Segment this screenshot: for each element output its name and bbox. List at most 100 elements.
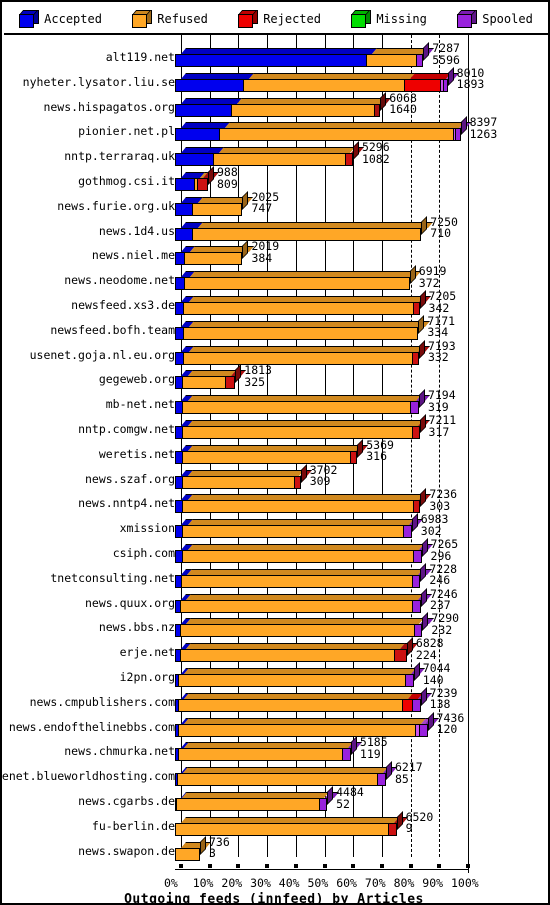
chart-row[interactable]: news.quux.org 7246 237 bbox=[4, 587, 548, 614]
bar-segment-accepted[interactable] bbox=[175, 153, 215, 167]
chart-row[interactable]: news.nntp4.net 7236 303 bbox=[4, 488, 548, 514]
bar-segment-refused[interactable] bbox=[180, 599, 414, 613]
bar-segment-refused[interactable] bbox=[178, 698, 404, 712]
chart-row[interactable]: news.hispagatos.org 6068 1640 bbox=[4, 91, 548, 118]
bar-segment-spooled[interactable] bbox=[412, 550, 422, 563]
bar-segment-rejected[interactable] bbox=[344, 153, 353, 167]
bar-segment-refused[interactable] bbox=[183, 302, 414, 315]
bar-segment-rejected[interactable] bbox=[293, 475, 301, 489]
bar-segment-refused[interactable] bbox=[230, 103, 376, 117]
chart-row[interactable]: news.cmpublishers.com 7239 138 bbox=[4, 686, 548, 713]
bar-segment-refused[interactable] bbox=[182, 376, 227, 390]
bar-segment-refused[interactable] bbox=[175, 847, 200, 861]
bar-segment-refused[interactable] bbox=[183, 277, 410, 291]
chart-row[interactable]: news.chmurka.net 5185 119 bbox=[4, 736, 548, 762]
chart-row[interactable]: i2pn.org 7044 140 bbox=[4, 662, 548, 688]
chart-row[interactable]: erje.net 6828 224 bbox=[4, 637, 548, 663]
bar-segment-spooled[interactable] bbox=[377, 773, 386, 787]
bar-segment-rejected[interactable] bbox=[350, 450, 358, 464]
bar-segment-rejected[interactable] bbox=[374, 103, 381, 117]
bar-segment-accepted[interactable] bbox=[175, 78, 244, 92]
chart-row[interactable]: nyheter.lysator.liu.se 8010 1893 bbox=[4, 66, 548, 93]
bar-segment-rejected[interactable] bbox=[197, 178, 208, 191]
bar-segment-rejected[interactable] bbox=[403, 78, 441, 92]
bar-segment-spooled[interactable] bbox=[410, 401, 419, 415]
bar-segment-refused[interactable] bbox=[191, 227, 422, 241]
bar-segment-spooled[interactable] bbox=[455, 128, 461, 142]
bar-segment-refused[interactable] bbox=[176, 798, 320, 811]
bar-segment-rejected[interactable] bbox=[412, 302, 420, 315]
bar-segment-refused[interactable] bbox=[182, 351, 414, 365]
bar-segment-spooled[interactable] bbox=[318, 798, 328, 811]
bar-segment-rejected[interactable] bbox=[412, 351, 419, 365]
chart-row[interactable]: news.cgarbs.de 4484 52 bbox=[4, 786, 548, 812]
bar-segment-spooled[interactable] bbox=[415, 54, 424, 67]
bar-segment-refused[interactable] bbox=[365, 54, 417, 67]
chart-row[interactable]: newsfeed.bofh.team 7171 334 bbox=[4, 314, 548, 341]
bar-segment-refused[interactable] bbox=[180, 624, 415, 638]
chart-row[interactable]: mb-net.net 7194 319 bbox=[4, 389, 548, 415]
chart-row[interactable]: alt119.net 7287 5596 bbox=[4, 42, 548, 68]
bar-segment-accepted[interactable] bbox=[175, 178, 195, 191]
chart-row[interactable]: csiph.com 7265 296 bbox=[4, 538, 548, 564]
chart-row[interactable]: news.swapon.de 736 3 bbox=[4, 835, 548, 862]
legend-item-spooled[interactable]: Spooled bbox=[457, 9, 533, 28]
bar-segment-rejected[interactable] bbox=[225, 376, 236, 390]
bar-segment-refused[interactable] bbox=[180, 574, 413, 588]
bar-segment-accepted[interactable] bbox=[175, 103, 232, 117]
bar-segment-accepted[interactable] bbox=[175, 128, 221, 142]
chart-row[interactable]: news.endofthelinebbs.com 7436 120 bbox=[4, 711, 548, 738]
bar-segment-refused[interactable] bbox=[183, 252, 243, 266]
chart-row[interactable]: nntp.terraraq.uk 5296 1082 bbox=[4, 141, 548, 167]
chart-row[interactable]: weretis.net 5369 316 bbox=[4, 438, 548, 465]
chart-row[interactable]: usenet.goja.nl.eu.org 7193 332 bbox=[4, 339, 548, 366]
bar-segment-refused[interactable] bbox=[181, 525, 405, 539]
bar-segment-rejected[interactable] bbox=[413, 500, 421, 514]
bar-segment-spooled[interactable] bbox=[403, 525, 412, 539]
bar-segment-spooled[interactable] bbox=[405, 674, 414, 687]
bar-segment-refused[interactable] bbox=[182, 475, 295, 489]
bar-segment-refused[interactable] bbox=[242, 78, 405, 92]
chart-row[interactable]: tnetconsulting.net 7228 246 bbox=[4, 562, 548, 589]
chart-row[interactable]: gegeweb.org 1813 325 bbox=[4, 364, 548, 390]
chart-row[interactable]: news.niel.me 2019 384 bbox=[4, 240, 548, 266]
bar-segment-accepted[interactable] bbox=[175, 54, 367, 67]
chart-row[interactable]: pionier.net.pl 8397 1263 bbox=[4, 116, 548, 142]
bar-segment-spooled[interactable] bbox=[442, 78, 448, 92]
legend-item-refused[interactable]: Refused bbox=[132, 9, 208, 28]
legend-item-rejected[interactable]: Rejected bbox=[238, 9, 321, 28]
bar-segment-refused[interactable] bbox=[177, 748, 344, 762]
chart-row[interactable]: news.bbs.nz 7290 232 bbox=[4, 612, 548, 638]
bar-segment-refused[interactable] bbox=[182, 500, 415, 514]
bar-segment-rejected[interactable] bbox=[387, 822, 397, 836]
bar-segment-refused[interactable] bbox=[182, 450, 352, 464]
bar-segment-spooled[interactable] bbox=[342, 748, 351, 762]
chart-row[interactable]: usenet.blueworldhosting.com 6217 85 bbox=[2, 761, 548, 787]
chart-row[interactable]: news.1d4.us 7250 710 bbox=[4, 215, 548, 242]
bar-segment-spooled[interactable] bbox=[411, 574, 421, 588]
bar-segment-spooled[interactable] bbox=[418, 723, 428, 737]
bar-segment-accepted[interactable] bbox=[175, 227, 193, 241]
chart-row[interactable]: news.neodome.net 6919 372 bbox=[4, 265, 548, 291]
bar-segment-rejected[interactable] bbox=[412, 426, 420, 439]
legend-item-accepted[interactable]: Accepted bbox=[19, 9, 102, 28]
chart-row[interactable]: xmission 6983 302 bbox=[4, 513, 548, 539]
bar-segment-spooled[interactable] bbox=[412, 698, 421, 712]
bar-segment-refused[interactable] bbox=[175, 822, 389, 836]
bar-segment-refused[interactable] bbox=[178, 674, 407, 687]
bar-segment-refused[interactable] bbox=[192, 202, 243, 216]
chart-row[interactable]: nntp.comgw.net 7211 317 bbox=[4, 414, 548, 440]
bar-segment-spooled[interactable] bbox=[412, 599, 421, 613]
chart-row[interactable]: fu-berlin.de 6520 9 bbox=[4, 810, 548, 837]
bar-segment-rejected[interactable] bbox=[393, 649, 407, 663]
chart-row[interactable]: newsfeed.xs3.de 7205 342 bbox=[4, 290, 548, 316]
bar-segment-refused[interactable] bbox=[180, 649, 395, 663]
chart-row[interactable]: news.furie.org.uk 2025 747 bbox=[4, 190, 548, 217]
chart-row[interactable]: gothmog.csi.it 988 809 bbox=[4, 166, 548, 192]
bar-segment-refused[interactable] bbox=[182, 401, 412, 415]
chart-row[interactable]: news.szaf.org 3702 309 bbox=[4, 463, 548, 490]
bar-segment-refused[interactable] bbox=[181, 550, 414, 563]
legend-item-missing[interactable]: Missing bbox=[351, 9, 427, 28]
bar-segment-refused[interactable] bbox=[182, 326, 419, 340]
bar-segment-accepted[interactable] bbox=[175, 202, 194, 216]
